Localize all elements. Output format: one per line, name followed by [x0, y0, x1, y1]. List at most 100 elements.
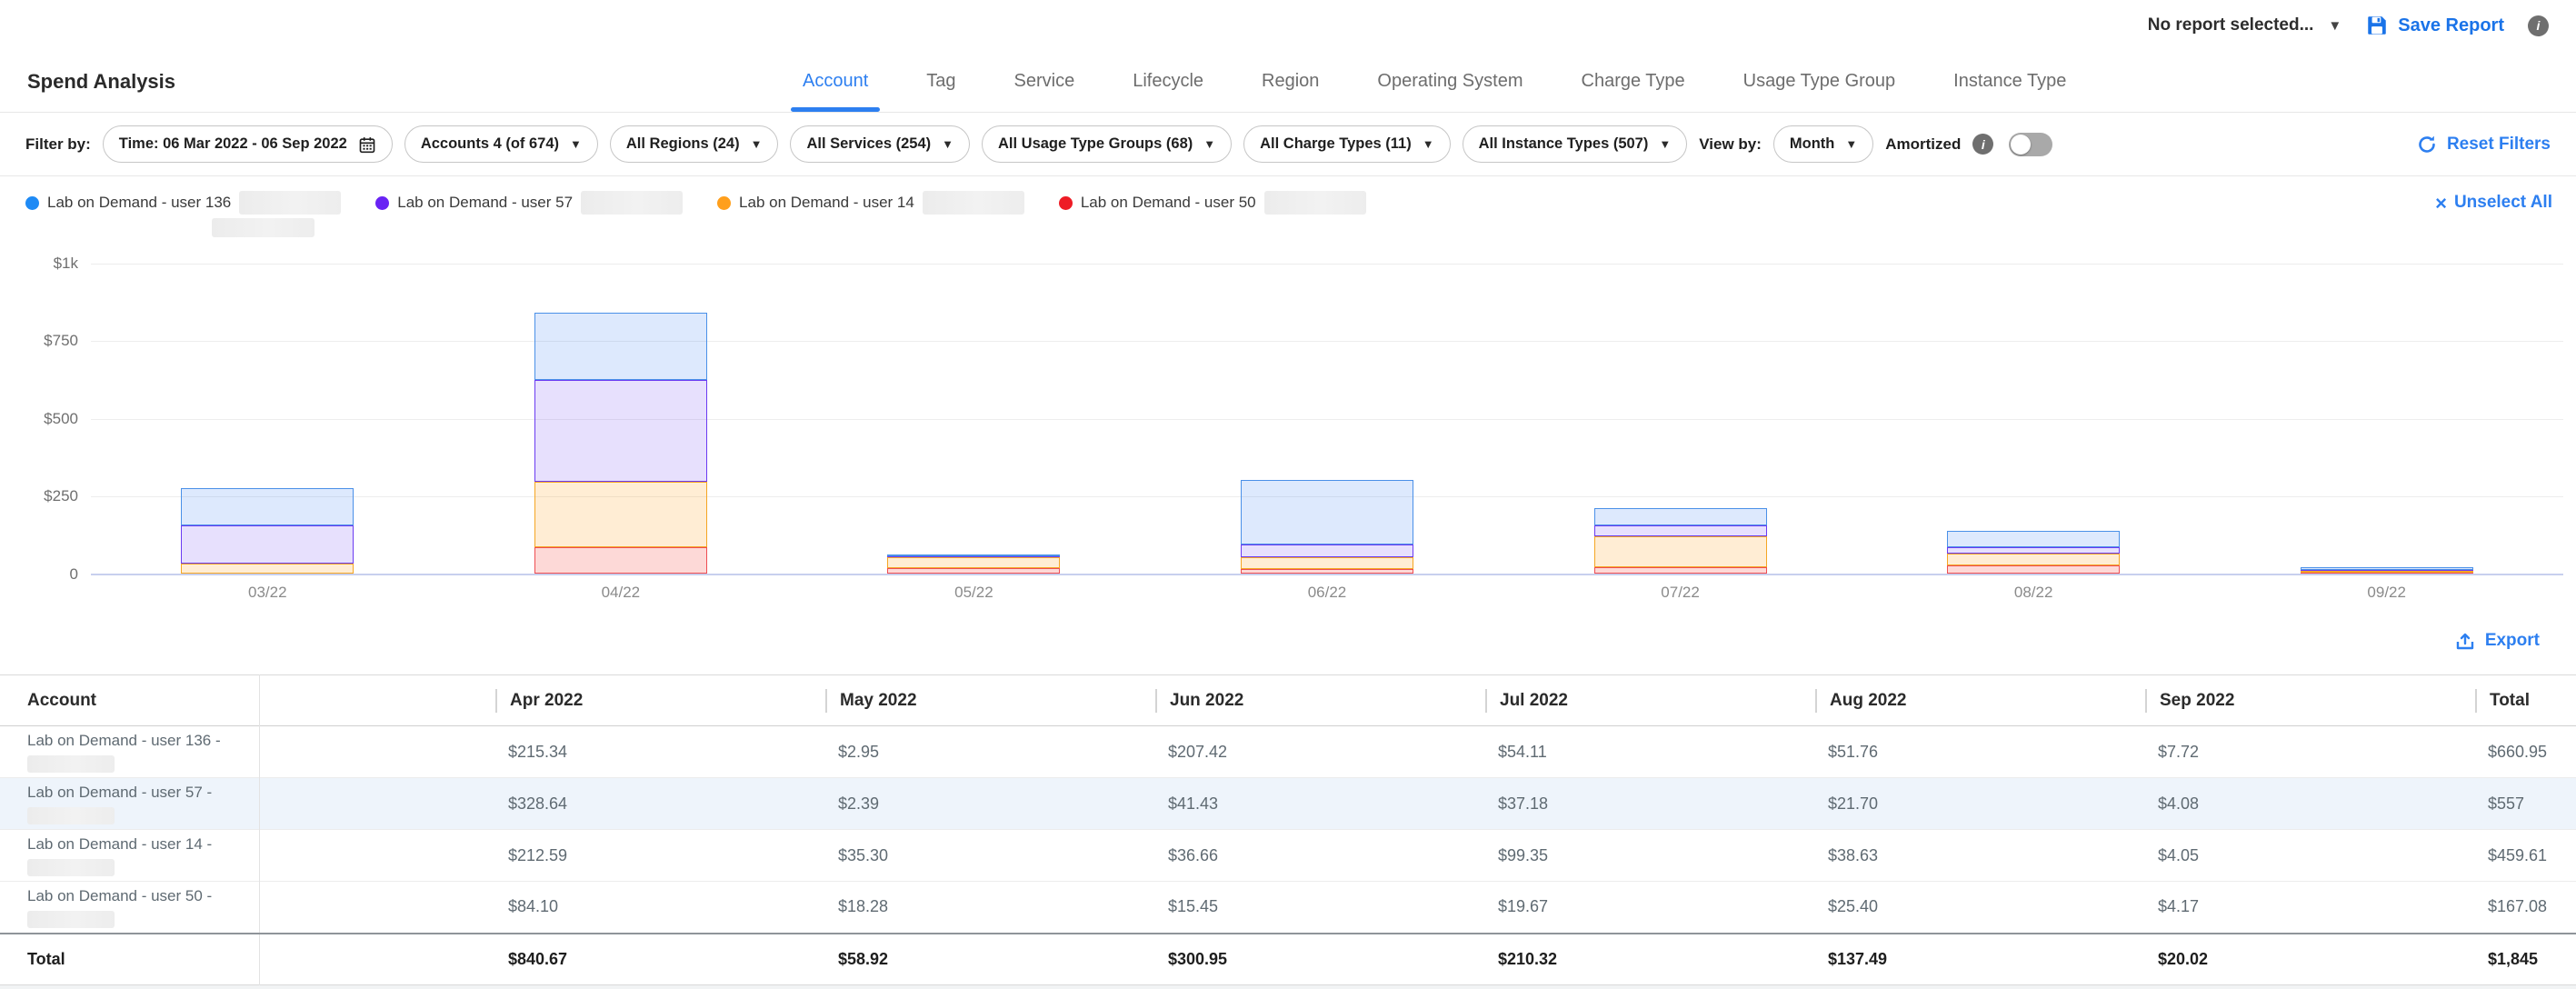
- bar-segment-user-14[interactable]: [1947, 554, 2120, 565]
- spacer-cell: [259, 882, 495, 934]
- refresh-icon: [2416, 134, 2438, 155]
- accounts-filter-pill[interactable]: Accounts 4 (of 674) ▼: [404, 125, 598, 163]
- bar-segment-user-50[interactable]: [1241, 569, 1413, 574]
- export-icon: [2454, 630, 2476, 652]
- cell-may: $2.39: [825, 778, 1155, 830]
- regions-filter-pill[interactable]: All Regions (24) ▼: [610, 125, 779, 163]
- column-header-may[interactable]: May 2022: [825, 675, 1155, 726]
- tab-account[interactable]: Account: [800, 51, 871, 112]
- table-row-user-57[interactable]: Lab on Demand - user 57 - $328.64 $2.39 …: [0, 778, 2576, 830]
- total-may: $58.92: [825, 934, 1155, 985]
- export-button[interactable]: Export: [2454, 630, 2540, 652]
- legend-item-user-50[interactable]: Lab on Demand - user 50: [1059, 191, 1366, 215]
- x-axis-label: 08/22: [1979, 584, 2088, 602]
- bar-segment-user-136[interactable]: [181, 488, 354, 525]
- services-filter-pill[interactable]: All Services (254) ▼: [790, 125, 970, 163]
- unselect-all-button[interactable]: × Unselect All: [2435, 193, 2552, 213]
- cell-aug: $25.40: [1815, 882, 2145, 934]
- view-by-select[interactable]: Month ▼: [1773, 125, 1873, 163]
- redacted-text: [581, 191, 683, 215]
- bar-segment-user-14[interactable]: [1241, 557, 1413, 569]
- cell-sep: $7.72: [2145, 726, 2475, 778]
- bar-segment-user-14[interactable]: [1594, 536, 1767, 567]
- x-axis-label: 09/22: [2332, 584, 2441, 602]
- column-header-account[interactable]: Account: [0, 675, 259, 726]
- legend-item-user-57[interactable]: Lab on Demand - user 57: [375, 191, 683, 215]
- tab-operating-system[interactable]: Operating System: [1374, 51, 1525, 112]
- time-filter-label: Time: 06 Mar 2022 - 06 Sep 2022: [119, 135, 347, 153]
- bar-segment-user-50[interactable]: [534, 547, 707, 574]
- legend-dot-orange: [717, 196, 731, 210]
- bar-segment-user-57[interactable]: [534, 380, 707, 482]
- tab-region[interactable]: Region: [1259, 51, 1322, 112]
- bar-segment-user-136[interactable]: [1594, 508, 1767, 524]
- cell-aug: $21.70: [1815, 778, 2145, 830]
- save-report-button[interactable]: Save Report: [2365, 14, 2504, 37]
- table-header-row: Account Apr 2022 May 2022 Jun 2022 Jul 2…: [0, 675, 2576, 726]
- instance-types-filter-pill[interactable]: All Instance Types (507) ▼: [1463, 125, 1688, 163]
- tab-instance-type[interactable]: Instance Type: [1951, 51, 2069, 112]
- bar-segment-user-136[interactable]: [534, 313, 707, 379]
- bar-segment-user-136[interactable]: [1947, 531, 2120, 547]
- report-selector[interactable]: No report selected... ▼: [2148, 15, 2342, 35]
- cell-sep: $4.05: [2145, 830, 2475, 882]
- table-row-user-14[interactable]: Lab on Demand - user 14 - $212.59 $35.30…: [0, 830, 2576, 882]
- cell-apr: $328.64: [495, 778, 825, 830]
- tab-usage-type-group[interactable]: Usage Type Group: [1741, 51, 1899, 112]
- total-aug: $137.49: [1815, 934, 2145, 985]
- time-filter-pill[interactable]: Time: 06 Mar 2022 - 06 Sep 2022: [103, 125, 393, 163]
- usage-type-groups-filter-pill[interactable]: All Usage Type Groups (68) ▼: [982, 125, 1232, 163]
- usage-type-groups-filter-label: All Usage Type Groups (68): [998, 135, 1193, 153]
- bar-segment-user-50[interactable]: [887, 568, 1060, 574]
- info-icon[interactable]: i: [2528, 15, 2549, 36]
- column-header-jun[interactable]: Jun 2022: [1155, 675, 1485, 726]
- accounts-filter-label: Accounts 4 (of 674): [421, 135, 559, 153]
- chevron-down-icon: ▼: [751, 137, 763, 151]
- legend-label: Lab on Demand - user 136: [47, 194, 231, 212]
- bar-segment-user-57[interactable]: [181, 525, 354, 563]
- column-header-total[interactable]: Total: [2475, 675, 2576, 726]
- x-axis-label: 04/22: [566, 584, 675, 602]
- tab-tag[interactable]: Tag: [924, 51, 958, 112]
- total-label-cell: Total: [0, 934, 259, 985]
- bar-segment-user-50[interactable]: [1947, 565, 2120, 574]
- bar-segment-user-14[interactable]: [887, 557, 1060, 568]
- bar-segment-user-57[interactable]: [1947, 547, 2120, 554]
- amortized-label: Amortized: [1885, 135, 1961, 154]
- spacer-cell: [259, 726, 495, 778]
- x-axis-label: 05/22: [919, 584, 1028, 602]
- column-header-sep[interactable]: Sep 2022: [2145, 675, 2475, 726]
- bar-segment-user-57[interactable]: [1241, 544, 1413, 557]
- bar-segment-user-50[interactable]: [1594, 567, 1767, 574]
- x-axis-line: [91, 574, 2563, 575]
- charge-types-filter-pill[interactable]: All Charge Types (11) ▼: [1243, 125, 1450, 163]
- table-row-user-50[interactable]: Lab on Demand - user 50 - $84.10 $18.28 …: [0, 882, 2576, 934]
- bar-segment-user-14[interactable]: [181, 564, 354, 574]
- bar-segment-user-136[interactable]: [2301, 567, 2473, 570]
- account-cell: Lab on Demand - user 57 -: [0, 778, 259, 830]
- table-row-user-136[interactable]: Lab on Demand - user 136 - $215.34 $2.95…: [0, 726, 2576, 778]
- cell-sep: $4.08: [2145, 778, 2475, 830]
- redacted-text: [27, 859, 115, 876]
- bar-segment-user-136[interactable]: [1241, 480, 1413, 544]
- legend-item-user-14[interactable]: Lab on Demand - user 14: [717, 191, 1024, 215]
- column-header-aug[interactable]: Aug 2022: [1815, 675, 2145, 726]
- tab-charge-type[interactable]: Charge Type: [1579, 51, 1688, 112]
- bar-segment-user-136[interactable]: [887, 554, 1060, 556]
- amortized-info-icon[interactable]: i: [1972, 134, 1993, 155]
- column-header-apr[interactable]: Apr 2022: [495, 675, 825, 726]
- calendar-icon: [358, 135, 376, 154]
- tab-service[interactable]: Service: [1012, 51, 1078, 112]
- legend-item-user-136[interactable]: Lab on Demand - user 136: [25, 191, 341, 215]
- bar-segment-user-57[interactable]: [1594, 525, 1767, 537]
- column-header-jul[interactable]: Jul 2022: [1485, 675, 1815, 726]
- charge-types-filter-label: All Charge Types (11): [1260, 135, 1412, 153]
- bar-segment-user-14[interactable]: [534, 482, 707, 547]
- x-axis-label: 06/22: [1273, 584, 1382, 602]
- unselect-all-label: Unselect All: [2454, 193, 2552, 213]
- tab-lifecycle[interactable]: Lifecycle: [1130, 51, 1206, 112]
- reset-filters-button[interactable]: Reset Filters: [2416, 134, 2551, 155]
- amortized-toggle[interactable]: [2009, 133, 2052, 156]
- account-cell: Lab on Demand - user 136 -: [0, 726, 259, 778]
- legend-dot-blue: [25, 196, 39, 210]
